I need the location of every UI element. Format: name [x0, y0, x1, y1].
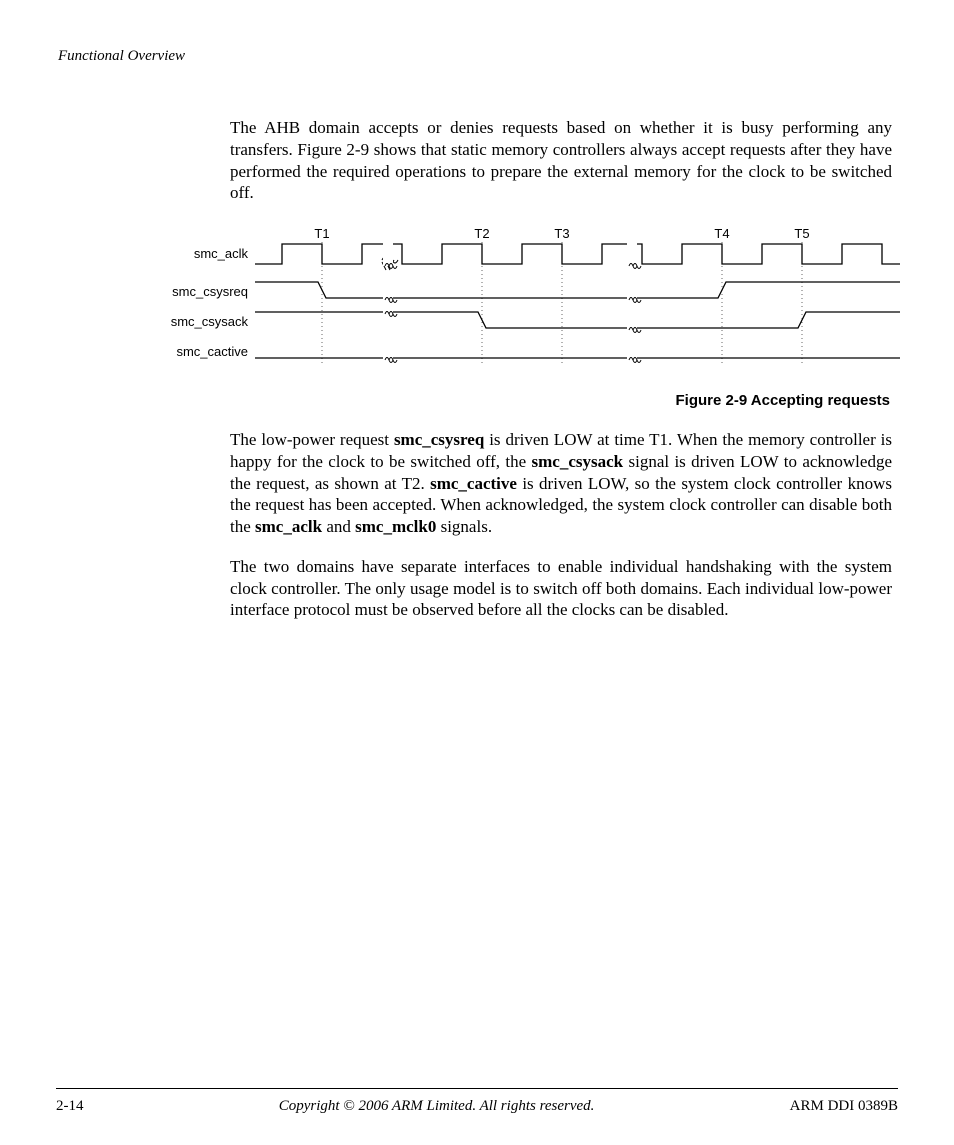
wave-smc-aclk: [255, 244, 900, 264]
p2-b4: smc_aclk: [255, 517, 322, 536]
time-label-t1: T1: [314, 226, 329, 241]
figure-timing: T1 T2 T3 T4 T5 smc_aclk smc_csysreq smc_…: [56, 226, 898, 409]
p2-b2: smc_csysack: [532, 452, 624, 471]
signal-label-aclk: smc_aclk: [194, 246, 249, 261]
signal-label-csysreq: smc_csysreq: [172, 284, 248, 299]
time-label-t3: T3: [554, 226, 569, 241]
p2-b3: smc_cactive: [430, 474, 517, 493]
section-header: Functional Overview: [58, 48, 898, 65]
time-label-t2: T2: [474, 226, 489, 241]
footer-page-number: 2-14: [56, 1098, 84, 1115]
time-label-t4: T4: [714, 226, 729, 241]
figure-caption: Figure 2-9 Accepting requests: [56, 392, 890, 409]
paragraph-2: The low-power request smc_csysreq is dri…: [230, 429, 892, 538]
p2-g: signals.: [436, 517, 492, 536]
footer-copyright: Copyright © 2006 ARM Limited. All rights…: [84, 1098, 790, 1115]
page: Functional Overview The AHB domain accep…: [0, 0, 954, 1145]
wave-smc-csysack: [255, 312, 900, 328]
time-label-t5: T5: [794, 226, 809, 241]
signal-label-csysack: smc_csysack: [171, 314, 249, 329]
footer-rule: [56, 1088, 898, 1089]
p2-a: The low-power request: [230, 430, 394, 449]
page-footer: 2-14 Copyright © 2006 ARM Limited. All r…: [56, 1098, 898, 1115]
timing-diagram-svg: T1 T2 T3 T4 T5 smc_aclk smc_csysreq smc_…: [100, 226, 900, 376]
paragraph-3: The two domains have separate interfaces…: [230, 556, 892, 621]
footer-doc-id: ARM DDI 0389B: [790, 1098, 898, 1115]
wave-smc-csysreq: [255, 282, 900, 298]
p2-b5: smc_mclk0: [355, 517, 436, 536]
signal-label-cactive: smc_cactive: [176, 344, 248, 359]
p2-b1: smc_csysreq: [394, 430, 484, 449]
paragraph-1: The AHB domain accepts or denies request…: [230, 117, 892, 204]
p2-f: and: [322, 517, 355, 536]
